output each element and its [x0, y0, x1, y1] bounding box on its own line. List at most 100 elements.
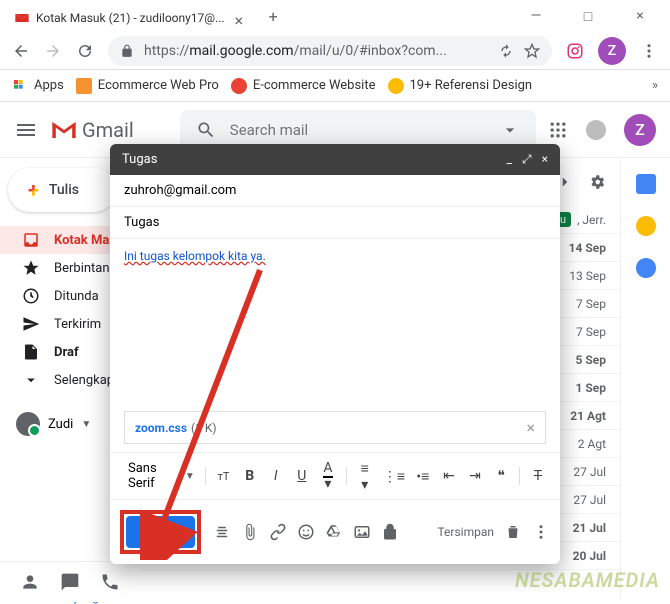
keep-addon-icon[interactable] — [636, 216, 656, 236]
email-date: 21 Jul — [573, 521, 606, 535]
search-icon — [196, 120, 216, 140]
compose-subject-field[interactable]: Tugas — [110, 207, 560, 239]
tab-title: Kotak Masuk (21) - zudiloony17@... — [36, 11, 225, 25]
tab-close-icon[interactable]: × — [235, 11, 249, 25]
instagram-icon[interactable] — [566, 42, 584, 60]
window-maximize-button[interactable]: □ — [574, 8, 602, 25]
star-icon[interactable] — [524, 43, 540, 59]
email-date: 27 Jul — [573, 465, 606, 479]
font-dropdown-icon[interactable]: ▼ — [185, 471, 195, 482]
numbered-list-button[interactable]: ⋮≡ — [383, 468, 405, 485]
window-close-button[interactable]: × — [626, 8, 654, 25]
calendar-addon-icon[interactable] — [636, 174, 656, 194]
format-toggle-icon[interactable] — [213, 523, 231, 541]
email-date: 14 Sep — [569, 241, 606, 255]
file-icon — [22, 343, 40, 361]
phone-icon[interactable] — [100, 572, 120, 592]
compose-header[interactable]: Tugas _ ⤢ × — [110, 144, 560, 175]
menu-dots-icon[interactable] — [640, 42, 658, 60]
align-button[interactable]: ≡ ▾ — [357, 460, 373, 493]
gmail-logo[interactable]: Gmail — [50, 118, 134, 142]
attachment-size: (1 K) — [191, 421, 217, 435]
reload-icon[interactable] — [76, 42, 94, 60]
bookmark-2-label: E-commerce Website — [253, 78, 376, 93]
nav-label: Terkirim — [54, 317, 101, 332]
attach-icon[interactable] — [241, 523, 259, 541]
email-date: 1 Sep — [576, 381, 607, 395]
nav-label: Draf — [54, 345, 79, 360]
apps-launcher-icon[interactable] — [548, 120, 568, 140]
compose-expand-icon[interactable]: ⤢ — [522, 152, 532, 167]
bookmarks-bar: Apps Ecommerce Web Pro E-commerce Websit… — [0, 70, 670, 102]
gmail-favicon-icon — [14, 10, 30, 26]
text-color-button[interactable]: A ▾ — [320, 460, 336, 492]
link-icon[interactable] — [269, 523, 287, 541]
email-date: 7 Sep — [576, 325, 606, 339]
attachment-name: zoom.css — [135, 421, 187, 435]
compose-more-icon[interactable] — [532, 523, 550, 541]
settings-icon[interactable] — [588, 173, 606, 191]
browser-profile-avatar[interactable]: Z — [598, 37, 626, 65]
plus-icon: + — [28, 178, 39, 202]
drive-icon[interactable] — [325, 523, 343, 541]
sync-icon[interactable] — [498, 43, 514, 59]
forward-icon[interactable] — [44, 42, 62, 60]
menu-icon[interactable] — [14, 118, 38, 142]
italic-button[interactable]: I — [268, 468, 284, 484]
person-icon[interactable] — [20, 572, 40, 592]
compose-window: Tugas _ ⤢ × zuhroh@gmail.com Tugas Ini t… — [110, 144, 560, 564]
discard-icon[interactable] — [504, 523, 522, 541]
underline-button[interactable]: U — [294, 468, 310, 484]
nav-label: Berbintang — [54, 261, 117, 276]
saved-status: Tersimpan — [437, 525, 494, 539]
browser-toolbar: https://mail.google.com/mail/u/0/#inbox?… — [0, 32, 670, 70]
address-bar[interactable]: https://mail.google.com/mail/u/0/#inbox?… — [108, 36, 552, 66]
back-icon[interactable] — [12, 42, 30, 60]
compose-body[interactable]: Ini tugas kelompok kita ya. — [110, 239, 560, 411]
bookmark-1[interactable]: Ecommerce Web Pro — [76, 78, 219, 94]
font-size-icon[interactable]: тT — [216, 470, 232, 483]
email-date: 5 Sep — [576, 353, 607, 367]
confidential-icon[interactable] — [381, 523, 399, 541]
font-family-select[interactable]: Sans Serif — [124, 459, 175, 493]
indent-less-button[interactable]: ⇤ — [441, 468, 457, 484]
bold-button[interactable]: B — [242, 468, 258, 484]
quote-button[interactable]: ❝ — [493, 468, 509, 484]
tasks-addon-icon[interactable] — [636, 258, 656, 278]
gmail-brand-text: Gmail — [82, 118, 134, 142]
send-highlight: Kirim — [120, 510, 201, 554]
bookmarks-overflow-icon[interactable]: » — [652, 78, 658, 93]
window-titlebar: Kotak Masuk (21) - zudiloony17@... × + —… — [0, 0, 670, 32]
account-avatar[interactable]: Z — [624, 114, 656, 146]
apps-grid-icon — [12, 78, 28, 94]
email-date: 2 Agt — [578, 437, 606, 451]
attachment-remove-icon[interactable]: × — [526, 418, 535, 437]
notifications-icon[interactable] — [586, 120, 606, 140]
browser-tab[interactable]: Kotak Masuk (21) - zudiloony17@... × — [4, 4, 259, 32]
new-tab-button[interactable]: + — [269, 7, 278, 26]
gmail-m-icon — [50, 119, 78, 141]
search-input[interactable] — [230, 121, 486, 139]
emoji-icon[interactable] — [297, 523, 315, 541]
send-button[interactable]: Kirim — [126, 516, 195, 548]
image-icon[interactable] — [353, 523, 371, 541]
apps-bookmark[interactable]: Apps — [12, 78, 64, 94]
chevron-down-icon — [22, 371, 40, 389]
compose-attachment[interactable]: zoom.css (1 K) × — [124, 411, 546, 444]
bullet-list-button[interactable]: •≡ — [415, 468, 431, 485]
search-options-icon[interactable] — [500, 120, 520, 140]
inbox-icon — [22, 231, 40, 249]
star-icon — [22, 259, 40, 277]
window-minimize-button[interactable]: — — [522, 8, 550, 25]
lock-icon — [120, 44, 134, 58]
bookmark-3[interactable]: 19+ Referensi Design — [388, 78, 533, 94]
clear-format-button[interactable]: T — [530, 468, 546, 484]
indent-more-button[interactable]: ⇥ — [467, 468, 483, 484]
compose-close-icon[interactable]: × — [542, 152, 548, 167]
bookmark-2[interactable]: E-commerce Website — [231, 78, 376, 94]
compose-minimize-icon[interactable]: _ — [507, 152, 512, 167]
compose-to-field[interactable]: zuhroh@gmail.com — [110, 175, 560, 207]
compose-button[interactable]: + Tulis — [8, 168, 116, 212]
chevron-down-icon: ▼ — [81, 419, 91, 430]
chat-icon[interactable] — [60, 572, 80, 592]
